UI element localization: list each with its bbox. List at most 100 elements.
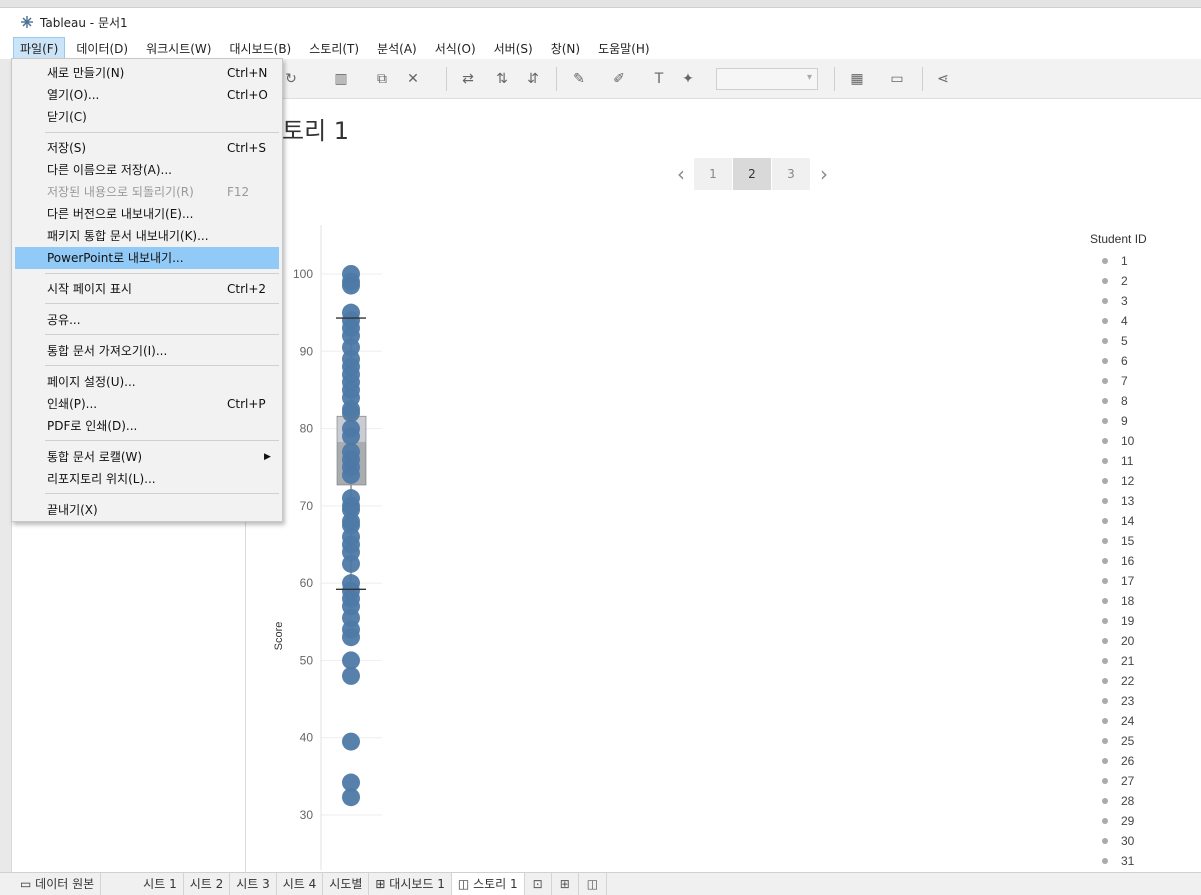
tab-sheet-2[interactable]: 시트 2 bbox=[184, 872, 231, 895]
legend-item[interactable]: 3 bbox=[1090, 291, 1147, 311]
legend-item[interactable]: 25 bbox=[1090, 731, 1147, 751]
legend-item[interactable]: 1 bbox=[1090, 251, 1147, 271]
tab-story-1[interactable]: ◫ 스토리 1 bbox=[451, 872, 525, 895]
menu-analysis[interactable]: 분석(A) bbox=[370, 37, 424, 60]
legend-item[interactable]: 11 bbox=[1090, 451, 1147, 471]
legend-item[interactable]: 16 bbox=[1090, 551, 1147, 571]
highlight-icon[interactable]: ✎ bbox=[570, 71, 588, 87]
menu-save[interactable]: 저장(S) Ctrl+S bbox=[15, 137, 279, 159]
presentation-icon[interactable]: ▭ bbox=[888, 71, 906, 87]
menu-export-version[interactable]: 다른 버전으로 내보내기(E)... bbox=[15, 203, 279, 225]
new-dashboard-icon[interactable]: ⊞ bbox=[552, 872, 579, 895]
new-worksheet-icon[interactable]: ⊡ bbox=[525, 872, 552, 895]
prev-page-icon[interactable]: ‹ bbox=[668, 162, 694, 186]
tab-dashboard-1[interactable]: ⊞ 대시보드 1 bbox=[369, 872, 452, 895]
clear-sheet-icon[interactable]: ✕ bbox=[404, 71, 422, 87]
menu-new[interactable]: 새로 만들기(N) Ctrl+N bbox=[15, 62, 279, 84]
legend-item[interactable]: 13 bbox=[1090, 491, 1147, 511]
menu-close[interactable]: 닫기(C) bbox=[15, 106, 279, 128]
tab-sheet-sido[interactable]: 시도별 bbox=[323, 872, 370, 895]
menu-story[interactable]: 스토리(T) bbox=[302, 37, 366, 60]
window-title: Tableau - 문서1 bbox=[40, 15, 128, 30]
legend-item[interactable]: 10 bbox=[1090, 431, 1147, 451]
menu-file[interactable]: 파일(F) bbox=[13, 36, 66, 60]
legend-item[interactable]: 8 bbox=[1090, 391, 1147, 411]
menu-import-workbook[interactable]: 통합 문서 가져오기(I)... bbox=[15, 340, 279, 362]
menu-workbook-locale[interactable]: 통합 문서 로캘(W) ▶ bbox=[15, 446, 279, 468]
tab-sheet-1[interactable]: 시트 1 bbox=[137, 872, 184, 895]
menu-open[interactable]: 열기(O)... Ctrl+O bbox=[15, 84, 279, 106]
add-chart-icon[interactable]: ▥ bbox=[332, 71, 350, 87]
legend-dot-icon bbox=[1102, 838, 1108, 844]
legend-item[interactable]: 29 bbox=[1090, 811, 1147, 831]
legend-item[interactable]: 2 bbox=[1090, 271, 1147, 291]
legend-item[interactable]: 20 bbox=[1090, 631, 1147, 651]
next-page-icon[interactable]: › bbox=[811, 162, 837, 186]
share-icon[interactable]: ⋖ bbox=[934, 71, 952, 87]
legend-label: 21 bbox=[1121, 654, 1135, 668]
toolbar-separator bbox=[922, 67, 923, 91]
tab-sheet-4[interactable]: 시트 4 bbox=[277, 872, 324, 895]
story-point-1[interactable]: 1 bbox=[694, 158, 732, 190]
show-me-icon[interactable]: ▦ bbox=[848, 71, 866, 87]
legend-item[interactable]: 24 bbox=[1090, 711, 1147, 731]
legend-item[interactable]: 9 bbox=[1090, 411, 1147, 431]
legend-item[interactable]: 18 bbox=[1090, 591, 1147, 611]
legend-label: 27 bbox=[1121, 774, 1135, 788]
legend-item[interactable]: 21 bbox=[1090, 651, 1147, 671]
show-labels-icon[interactable]: T bbox=[650, 71, 668, 87]
legend-item[interactable]: 31 bbox=[1090, 851, 1147, 871]
pin-icon[interactable]: ✦ bbox=[679, 71, 697, 87]
legend-item[interactable]: 5 bbox=[1090, 331, 1147, 351]
menu-help[interactable]: 도움말(H) bbox=[591, 37, 657, 60]
menu-repository[interactable]: 리포지토리 위치(L)... bbox=[15, 468, 279, 490]
story-point-2[interactable]: 2 bbox=[733, 158, 771, 190]
legend-item[interactable]: 17 bbox=[1090, 571, 1147, 591]
menu-dashboard[interactable]: 대시보드(B) bbox=[222, 37, 298, 60]
menu-worksheet[interactable]: 워크시트(W) bbox=[139, 37, 218, 60]
legend-item[interactable]: 30 bbox=[1090, 831, 1147, 851]
legend-item[interactable]: 26 bbox=[1090, 751, 1147, 771]
group-icon[interactable]: ✐ bbox=[610, 71, 628, 87]
menu-export-powerpoint[interactable]: PowerPoint로 내보내기... bbox=[15, 247, 279, 269]
swap-rows-columns-icon[interactable]: ⇄ bbox=[459, 71, 477, 87]
legend-item[interactable]: 4 bbox=[1090, 311, 1147, 331]
tab-data-source[interactable]: ▭ 데이터 원본 bbox=[0, 872, 102, 895]
menu-save-as[interactable]: 다른 이름으로 저장(A)... bbox=[15, 159, 279, 181]
redo-icon[interactable]: ↻ bbox=[282, 71, 300, 87]
legend-item[interactable]: 7 bbox=[1090, 371, 1147, 391]
menu-start-page[interactable]: 시작 페이지 표시 Ctrl+2 bbox=[15, 278, 279, 300]
story-point-3[interactable]: 3 bbox=[772, 158, 810, 190]
legend-item[interactable]: 22 bbox=[1090, 671, 1147, 691]
file-menu-dropdown: 새로 만들기(N) Ctrl+N 열기(O)... Ctrl+O 닫기(C) 저장(… bbox=[11, 58, 283, 522]
new-story-icon[interactable]: ◫ bbox=[579, 872, 608, 895]
menu-print[interactable]: 인쇄(P)... Ctrl+P bbox=[15, 393, 279, 415]
menu-format[interactable]: 서식(O) bbox=[428, 37, 483, 60]
fit-selector[interactable] bbox=[716, 68, 818, 90]
sort-descending-icon[interactable]: ⇵ bbox=[524, 71, 542, 87]
tab-sheet-3[interactable]: 시트 3 bbox=[230, 872, 277, 895]
menu-export-packaged[interactable]: 패키지 통합 문서 내보내기(K)... bbox=[15, 225, 279, 247]
menu-revert: 저장된 내용으로 되돌리기(R) F12 bbox=[47, 185, 250, 199]
menu-window[interactable]: 창(N) bbox=[544, 37, 587, 60]
menu-exit[interactable]: 끝내기(X) bbox=[15, 499, 279, 521]
legend-item[interactable]: 15 bbox=[1090, 531, 1147, 551]
menu-server[interactable]: 서버(S) bbox=[487, 37, 540, 60]
sort-ascending-icon[interactable]: ⇅ bbox=[493, 71, 511, 87]
menu-share[interactable]: 공유... bbox=[15, 309, 279, 331]
legend-item[interactable]: 23 bbox=[1090, 691, 1147, 711]
legend-item[interactable]: 12 bbox=[1090, 471, 1147, 491]
menu-data[interactable]: 데이터(D) bbox=[69, 37, 135, 60]
legend-item[interactable]: 27 bbox=[1090, 771, 1147, 791]
legend-item[interactable]: 14 bbox=[1090, 511, 1147, 531]
menu-page-setup[interactable]: 페이지 설정(U)... bbox=[15, 371, 279, 393]
legend-item[interactable]: 19 bbox=[1090, 611, 1147, 631]
menu-print-pdf[interactable]: PDF로 인쇄(D)... bbox=[15, 415, 279, 437]
legend-label: 7 bbox=[1121, 374, 1128, 388]
legend-item[interactable]: 6 bbox=[1090, 351, 1147, 371]
toolbar-separator bbox=[834, 67, 835, 91]
data-point bbox=[342, 554, 360, 573]
duplicate-sheet-icon[interactable]: ⧉ bbox=[373, 71, 391, 87]
legend-label: 9 bbox=[1121, 414, 1128, 428]
legend-item[interactable]: 28 bbox=[1090, 791, 1147, 811]
